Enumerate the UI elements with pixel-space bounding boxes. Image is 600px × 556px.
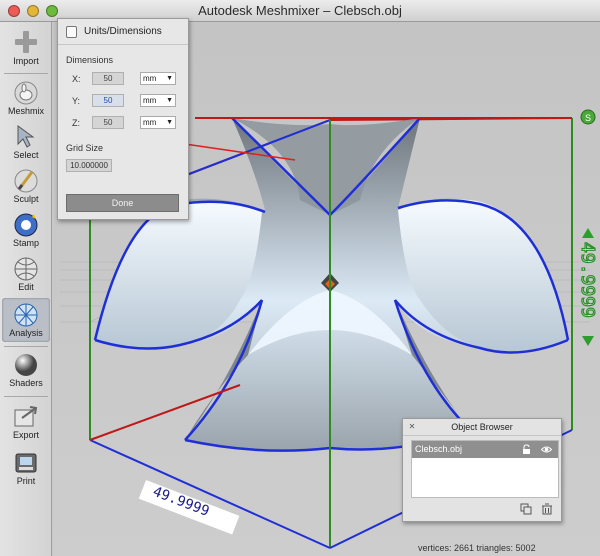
dimensions-heading: Dimensions — [66, 55, 114, 65]
toolbar-item-stamp[interactable]: Stamp — [2, 208, 50, 252]
z-dimension-input[interactable]: 50 — [92, 116, 124, 129]
toolbar-item-export[interactable]: Export — [2, 400, 50, 444]
z-unit-select[interactable]: mm ▼ — [140, 116, 176, 129]
toolbar-item-meshmix[interactable]: Meshmix — [2, 76, 50, 120]
object-list: Clebsch.obj — [411, 440, 559, 498]
units-dimensions-panel: Units/Dimensions Dimensions X: 50 mm ▼ Y:… — [57, 18, 189, 220]
bunny-icon — [14, 81, 38, 105]
toolbar-item-sculpt[interactable]: Sculpt — [2, 164, 50, 208]
object-browser-title: Object Browser — [451, 422, 513, 432]
status-bar-text: vertices: 2661 triangles: 5002 — [418, 543, 536, 553]
y-dimension-input[interactable]: 50 — [92, 94, 124, 107]
object-browser-header[interactable]: ✕ Object Browser — [403, 419, 561, 436]
toolbar-item-edit[interactable]: Edit — [2, 252, 50, 296]
brush-icon — [14, 169, 38, 193]
x-label: X: — [72, 74, 81, 84]
toolbar-item-import[interactable]: Import — [2, 26, 50, 70]
done-button[interactable]: Done — [66, 194, 179, 212]
z-label: Z: — [72, 118, 80, 128]
zoom-window-button[interactable] — [46, 5, 58, 17]
plus-icon — [15, 31, 37, 53]
grid-size-input[interactable]: 10.000000 — [66, 159, 112, 172]
panel-title: Units/Dimensions — [84, 26, 162, 37]
chevron-down-icon: ▼ — [166, 75, 173, 82]
edit-sphere-icon — [14, 257, 38, 281]
duplicate-icon[interactable] — [520, 503, 532, 515]
toolbar-item-print[interactable]: Print — [2, 446, 50, 490]
export-icon — [14, 406, 38, 427]
x-dimension-input[interactable]: 50 — [92, 72, 124, 85]
close-window-button[interactable] — [8, 5, 20, 17]
printer-icon — [15, 453, 37, 473]
svg-text:S: S — [585, 113, 591, 123]
object-name: Clebsch.obj — [415, 444, 463, 454]
panel-header[interactable]: Units/Dimensions — [58, 19, 188, 45]
arrow-cursor-icon — [17, 125, 35, 148]
trash-icon[interactable] — [541, 503, 553, 515]
minimize-window-button[interactable] — [27, 5, 39, 17]
chevron-down-icon: ▼ — [166, 97, 173, 104]
shader-sphere-icon — [15, 354, 37, 376]
panel-icon — [66, 26, 77, 38]
toolbar-item-analysis[interactable]: Analysis — [2, 298, 50, 342]
chevron-down-icon: ▼ — [166, 119, 173, 126]
stamp-icon — [14, 213, 38, 237]
left-toolbar: Import Meshmix Select Sculpt Stamp Edit — [0, 22, 52, 556]
analysis-sphere-icon — [14, 303, 38, 327]
toolbar-item-select[interactable]: Select — [2, 120, 50, 164]
toolbar-item-shaders[interactable]: Shaders — [2, 348, 50, 392]
list-item[interactable]: Clebsch.obj — [412, 441, 558, 458]
close-icon[interactable]: ✕ — [408, 423, 416, 431]
dimension-right-label: 49.9999 — [577, 242, 598, 318]
lock-icon[interactable] — [521, 444, 532, 455]
window-title: Autodesk Meshmixer – Clebsch.obj — [198, 3, 402, 18]
grid-size-label: Grid Size — [66, 143, 104, 153]
scale-handle-icon[interactable]: S — [580, 109, 596, 125]
x-unit-select[interactable]: mm ▼ — [140, 72, 176, 85]
visibility-eye-icon[interactable] — [541, 444, 552, 455]
y-label: Y: — [72, 96, 81, 106]
window-controls — [8, 5, 58, 17]
y-unit-select[interactable]: mm ▼ — [140, 94, 176, 107]
object-browser-panel: ✕ Object Browser Clebsch.obj — [402, 418, 562, 522]
